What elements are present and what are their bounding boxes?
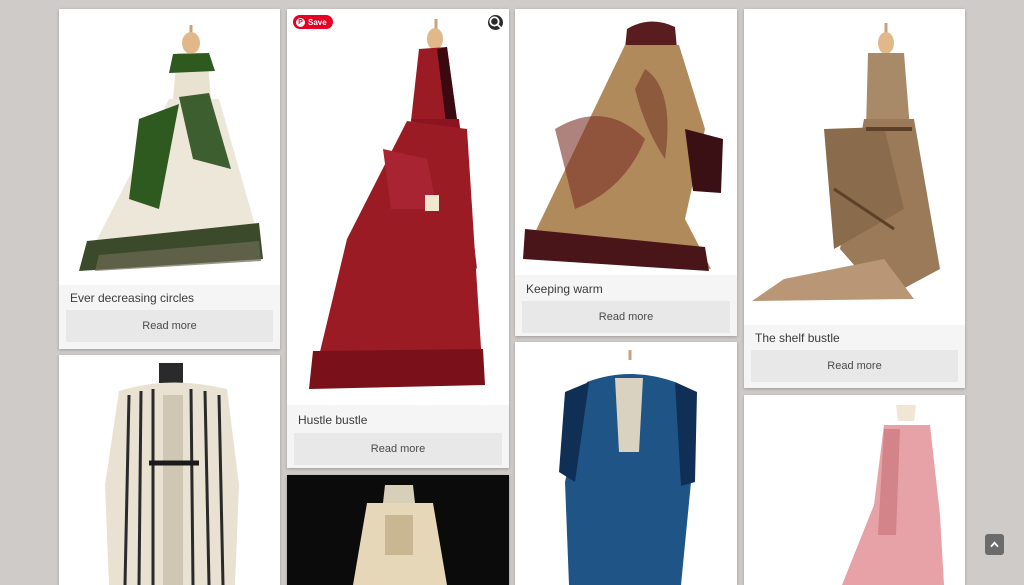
card-cream-lace-dress[interactable] xyxy=(287,475,509,585)
dress-image xyxy=(79,25,263,271)
dress-image xyxy=(523,21,723,271)
card-image[interactable] xyxy=(515,9,737,275)
card-image[interactable] xyxy=(59,9,280,285)
read-more-button[interactable]: Read more xyxy=(66,310,273,342)
dress-image xyxy=(353,485,447,585)
card-image[interactable] xyxy=(59,355,280,585)
card-title[interactable]: The shelf bustle xyxy=(755,331,840,345)
dress-image xyxy=(559,350,697,585)
card-striped-dress[interactable] xyxy=(59,355,280,585)
card-footer: The shelf bustle Read more xyxy=(744,325,965,388)
card-footer: Hustle bustle Read more xyxy=(287,405,509,468)
card-title[interactable]: Keeping warm xyxy=(526,282,603,296)
chevron-up-icon xyxy=(990,541,999,548)
card-the-shelf-bustle[interactable]: The shelf bustle Read more xyxy=(744,9,965,388)
card-pink-dress[interactable] xyxy=(744,395,965,585)
card-keeping-warm[interactable]: Keeping warm Read more xyxy=(515,9,737,336)
read-more-button[interactable]: Read more xyxy=(294,433,502,465)
card-image[interactable] xyxy=(287,475,509,585)
card-hustle-bustle[interactable]: P Save Hustle bustle Read more xyxy=(287,9,509,468)
card-title[interactable]: Ever decreasing circles xyxy=(70,291,194,305)
read-more-button[interactable]: Read more xyxy=(751,350,958,382)
card-image[interactable]: P Save xyxy=(287,9,509,405)
pinterest-icon: P xyxy=(296,17,305,27)
card-footer: Keeping warm Read more xyxy=(515,275,737,336)
dress-image xyxy=(842,405,944,585)
card-image[interactable] xyxy=(744,395,965,585)
save-label: Save xyxy=(308,17,327,27)
card-blue-moire-dress[interactable] xyxy=(515,342,737,585)
pinterest-save-button[interactable]: P Save xyxy=(293,15,333,29)
lens-icon xyxy=(489,16,503,30)
card-footer: Ever decreasing circles Read more xyxy=(59,285,280,349)
card-image[interactable] xyxy=(515,342,737,585)
dress-image xyxy=(105,363,239,585)
read-more-button[interactable]: Read more xyxy=(522,301,730,333)
card-image[interactable] xyxy=(744,9,965,325)
card-title[interactable]: Hustle bustle xyxy=(298,413,367,427)
scroll-to-top-button[interactable] xyxy=(985,534,1004,555)
card-ever-decreasing-circles[interactable]: Ever decreasing circles Read more xyxy=(59,9,280,349)
visual-search-button[interactable] xyxy=(488,15,503,30)
dress-image xyxy=(309,19,485,389)
dress-image xyxy=(752,23,940,301)
